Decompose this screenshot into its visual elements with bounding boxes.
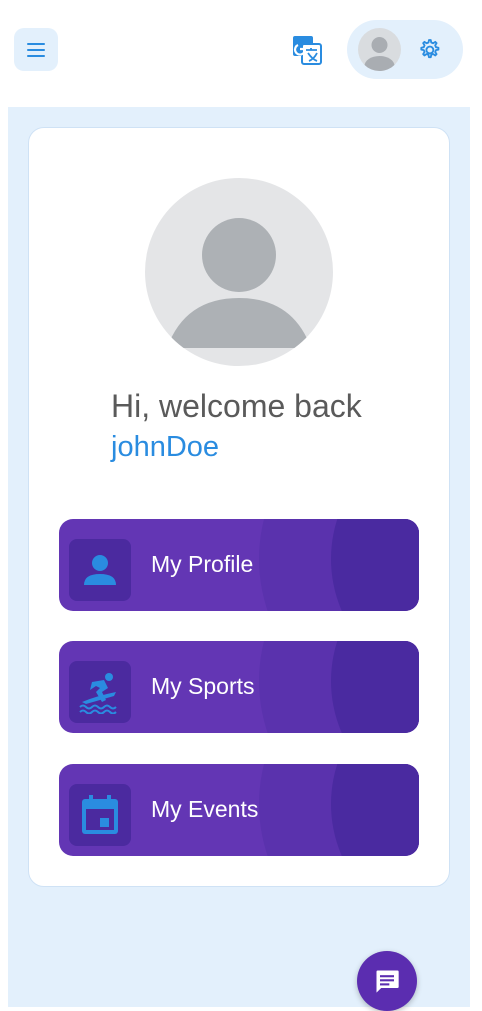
greeting-text: Hi, welcome back — [111, 388, 362, 424]
user-silhouette-icon — [167, 218, 311, 348]
avatar-icon — [364, 37, 395, 71]
my-sports-label: My Sports — [151, 673, 255, 699]
chat-icon — [376, 970, 399, 993]
my-events-button[interactable]: My Events — [59, 764, 419, 856]
surfing-icon — [79, 673, 117, 714]
my-profile-label: My Profile — [151, 551, 254, 577]
decor-circle — [331, 764, 419, 856]
gear-icon — [420, 39, 440, 59]
user-pill — [347, 20, 463, 79]
avatar[interactable] — [358, 28, 401, 71]
translate-button[interactable] — [290, 33, 324, 67]
profile-avatar — [145, 178, 333, 366]
settings-button[interactable] — [415, 36, 443, 64]
person-icon — [84, 555, 116, 585]
welcome-card: Hi, welcome back johnDoe My Profile My S… — [28, 127, 450, 887]
menu-icon — [27, 42, 45, 57]
top-header — [0, 0, 482, 100]
icon-box — [69, 539, 131, 601]
username-text: johnDoe — [111, 431, 220, 463]
decor-circle — [331, 519, 419, 611]
my-events-label: My Events — [151, 796, 259, 822]
my-profile-button[interactable]: My Profile — [59, 519, 419, 611]
translate-icon — [293, 36, 322, 65]
chat-button[interactable] — [357, 951, 417, 1011]
menu-button[interactable] — [14, 28, 58, 71]
calendar-icon — [82, 795, 118, 834]
icon-box — [69, 661, 131, 723]
icon-box — [69, 784, 131, 846]
decor-circle — [331, 641, 419, 733]
my-sports-button[interactable]: My Sports — [59, 641, 419, 733]
